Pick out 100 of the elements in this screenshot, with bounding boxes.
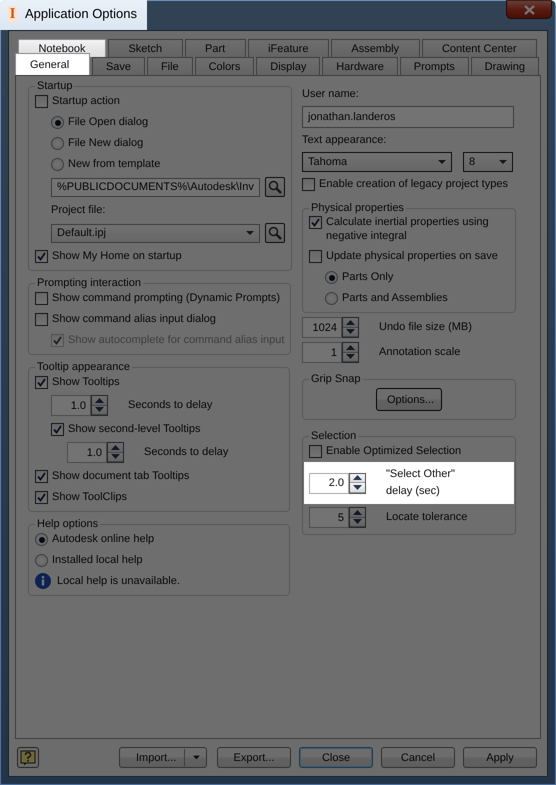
spinner-label: Seconds to delay <box>144 445 228 460</box>
checkbox-label[interactable]: Show second-level Tooltips <box>68 422 200 436</box>
info-message: Local help is unavailable. <box>57 575 180 587</box>
checkbox-label[interactable]: Startup action <box>52 94 120 108</box>
checkbox[interactable] <box>35 376 48 389</box>
browse-button[interactable] <box>264 223 285 243</box>
dialog-button[interactable]: Apply <box>463 747 537 768</box>
tab[interactable]: Hardware <box>322 57 398 75</box>
tab[interactable]: iFeature <box>248 39 329 57</box>
group-title: Startup <box>36 80 74 92</box>
checkbox[interactable] <box>51 423 64 436</box>
number-field[interactable]: 1 <box>302 342 342 363</box>
radio-label[interactable]: New from template <box>68 157 160 171</box>
down-arrow-icon <box>353 519 362 524</box>
up-arrow-icon <box>346 320 355 325</box>
radio-button[interactable] <box>51 137 64 150</box>
group-title: Prompting interaction <box>36 277 142 289</box>
tab[interactable]: General <box>15 53 90 75</box>
radio-label[interactable]: File New dialog <box>68 136 144 150</box>
group-title: Selection <box>310 430 358 442</box>
checkmark-icon <box>37 378 46 387</box>
number-field[interactable]: 2.0 <box>309 472 349 494</box>
checkbox[interactable] <box>35 491 48 504</box>
dialog-button[interactable]: Export... <box>217 747 291 768</box>
checkbox-label[interactable]: Show command prompting (Dynamic Prompts) <box>52 291 280 305</box>
field-label: User name: <box>302 88 359 100</box>
tab[interactable]: Content Center <box>422 39 538 57</box>
checkbox-label[interactable]: Enable creation of legacy project types <box>319 177 508 191</box>
tab[interactable]: Save <box>92 57 145 75</box>
dialog-button[interactable]: Cancel <box>381 747 455 768</box>
caret-icon <box>246 231 254 235</box>
up-arrow-icon <box>95 398 104 403</box>
tab[interactable]: Prompts <box>400 57 469 75</box>
radio-button[interactable] <box>51 158 64 171</box>
radio-button[interactable] <box>51 116 64 129</box>
tab[interactable]: Drawing <box>470 57 539 75</box>
spin-down-button[interactable] <box>350 483 365 492</box>
tab[interactable]: File <box>147 57 193 75</box>
dialog-button[interactable]: Close <box>299 747 373 768</box>
radio-button[interactable] <box>35 554 48 567</box>
number-field[interactable]: 1.0 <box>67 442 107 463</box>
close-button[interactable] <box>506 0 552 19</box>
group-title: Tooltip appearance <box>36 361 131 373</box>
checkbox[interactable] <box>35 292 48 305</box>
checkbox[interactable] <box>309 445 322 458</box>
radio-label[interactable]: File Open dialog <box>68 115 148 129</box>
down-arrow-icon <box>95 407 104 412</box>
checkbox[interactable] <box>309 216 322 229</box>
import-button[interactable]: Import... <box>119 747 207 768</box>
search-icon <box>268 226 282 240</box>
field-label: Text appearance: <box>302 134 386 146</box>
down-arrow-icon <box>353 484 362 490</box>
font-dropdown[interactable]: Tahoma <box>302 152 452 172</box>
checkbox[interactable] <box>309 250 322 263</box>
project-file-dropdown[interactable]: Default.ipj <box>51 224 260 242</box>
checkbox-label[interactable]: Enable Optimized Selection <box>326 444 462 458</box>
app-icon: I <box>8 6 17 22</box>
checkbox-label[interactable]: Show command alias input dialog <box>52 312 216 326</box>
checkbox[interactable] <box>35 250 48 263</box>
number-field[interactable]: 5 <box>309 507 349 528</box>
checkbox-label[interactable]: Show My Home on startup <box>52 249 182 263</box>
number-field[interactable]: 1.0 <box>51 395 91 416</box>
checkbox-label[interactable]: Update physical properties on save <box>326 249 498 263</box>
number-field[interactable]: 1024 <box>302 317 342 338</box>
up-arrow-icon <box>353 475 362 480</box>
tab[interactable]: Part <box>184 39 246 57</box>
browse-button[interactable] <box>264 177 285 197</box>
spinner-label: Seconds to delay <box>128 398 212 413</box>
tab[interactable]: Assembly <box>330 39 420 57</box>
group-title: Help options <box>36 518 100 530</box>
tab[interactable]: Display <box>256 57 320 75</box>
font-size-dropdown[interactable]: 8 <box>463 152 513 172</box>
user-name-field[interactable]: jonathan.landeros <box>302 106 514 128</box>
spinner-label: Undo file size (MB) <box>379 320 472 335</box>
checkbox-label[interactable]: Show document tab Tooltips <box>52 469 190 483</box>
checkbox[interactable] <box>35 95 48 108</box>
tab[interactable]: Colors <box>194 57 254 75</box>
checkbox[interactable] <box>302 178 315 191</box>
checkmark-icon <box>37 252 46 261</box>
checkbox[interactable] <box>35 313 48 326</box>
checkbox-label[interactable]: Show Tooltips <box>52 375 120 389</box>
checkmark-icon <box>311 218 320 227</box>
radio-label[interactable]: Autodesk online help <box>52 532 154 546</box>
radio-label[interactable]: Parts Only <box>342 270 394 284</box>
checkmark-icon <box>37 493 46 502</box>
help-button[interactable] <box>17 747 39 768</box>
radio-label[interactable]: Installed local help <box>52 553 143 567</box>
radio-button[interactable] <box>325 292 338 305</box>
options-button[interactable]: Options... <box>376 388 442 411</box>
checkbox-label[interactable]: Show ToolClips <box>52 490 128 504</box>
checkbox[interactable] <box>35 470 48 483</box>
radio-label[interactable]: Parts and Assemblies <box>342 291 448 305</box>
radio-button[interactable] <box>325 271 338 284</box>
checkbox-label[interactable]: Calculate inertial properties using negative integral <box>326 215 509 243</box>
tab[interactable]: Sketch <box>108 39 183 57</box>
radio-button[interactable] <box>35 533 48 546</box>
up-arrow-icon <box>346 344 355 350</box>
template-path-field[interactable]: %PUBLICDOCUMENTS%\Autodesk\Inv <box>51 178 260 196</box>
checkmark-icon <box>53 336 62 345</box>
help-icon <box>20 750 36 766</box>
